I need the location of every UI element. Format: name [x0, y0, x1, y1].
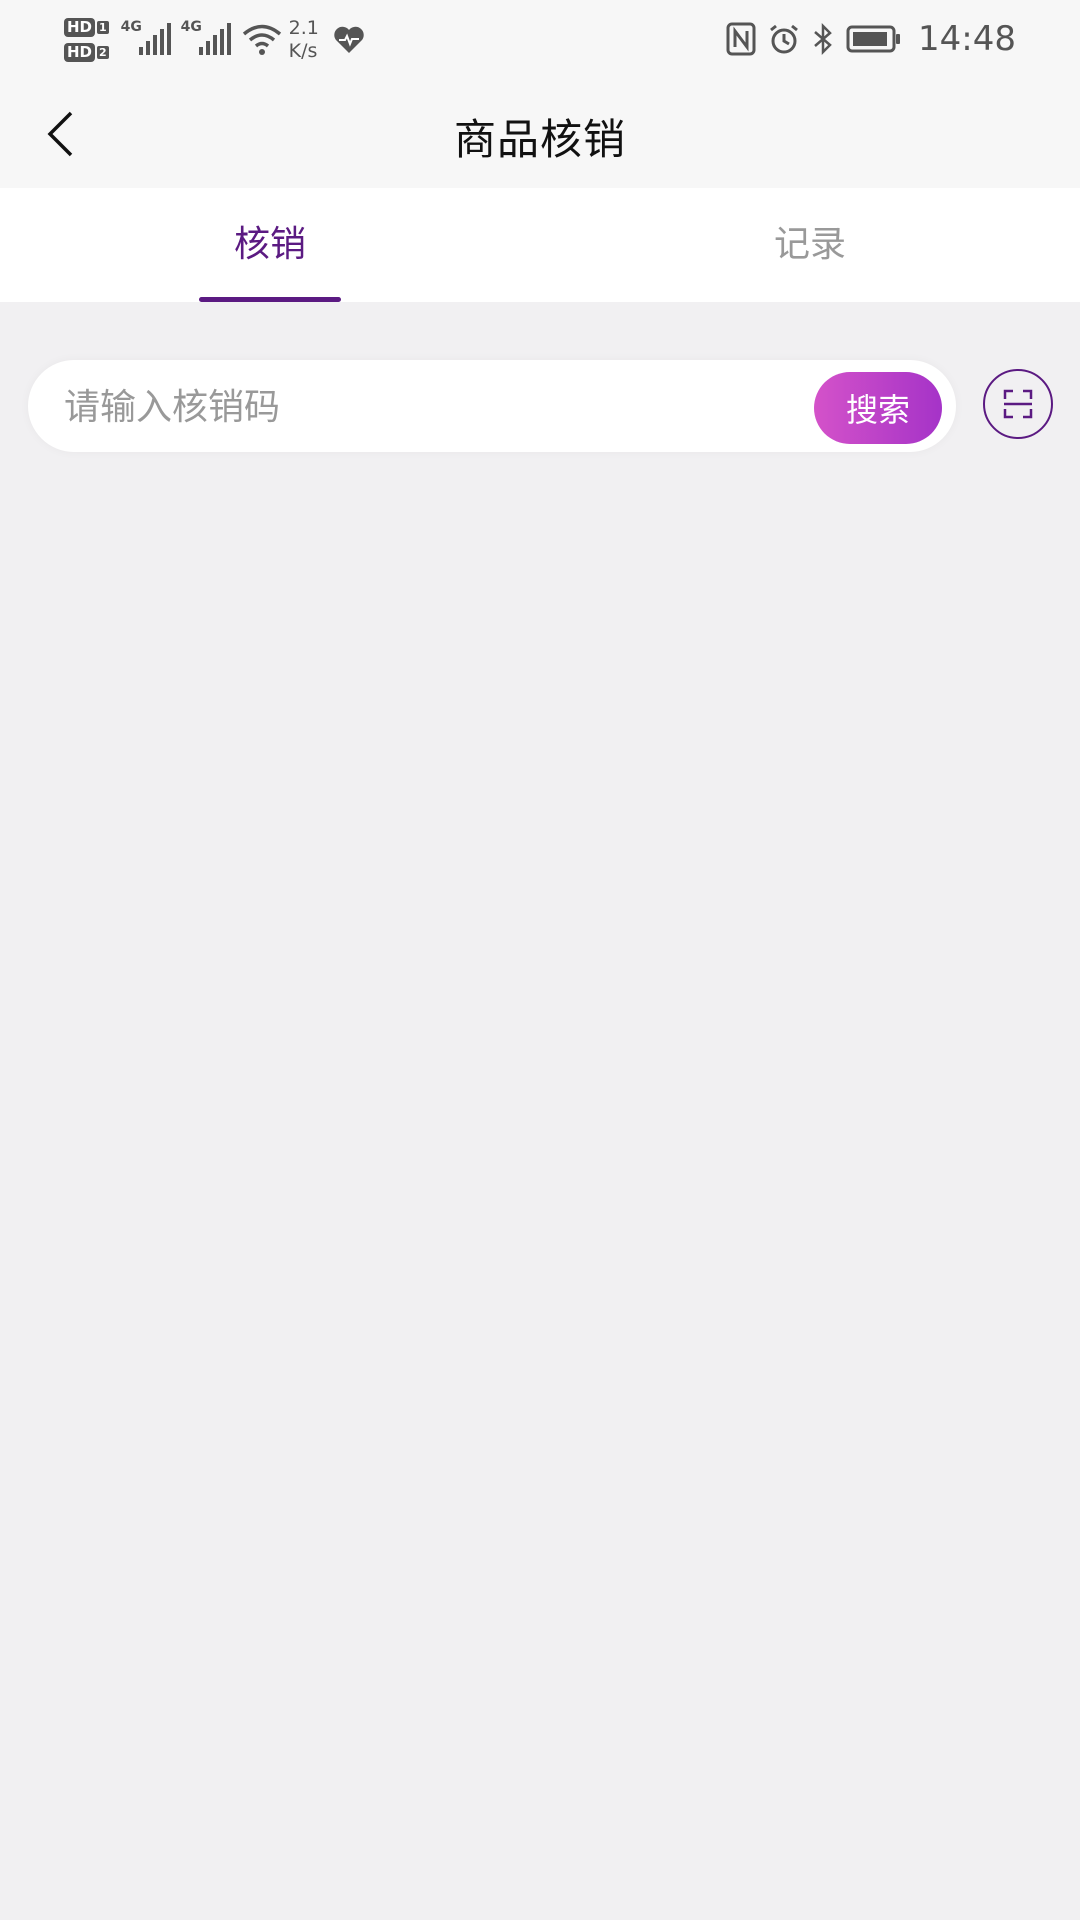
signal-4g-icon: 4G: [181, 19, 231, 57]
signal-type-label: 4G: [120, 19, 142, 35]
hd-2-icon: HD 2: [64, 43, 109, 62]
network-speed-value: 2.1: [288, 17, 319, 39]
status-bar-left: HD 1 HD 2 4G 4G 2.1 K/s: [64, 10, 365, 70]
hd-indicators: HD 1 HD 2: [64, 18, 109, 62]
signal-4g-icon: 4G: [121, 19, 171, 57]
hd-sim-number: 2: [97, 46, 109, 59]
wifi-icon: [242, 24, 281, 55]
active-tab-indicator: [199, 297, 341, 302]
health-heart-icon: [334, 26, 364, 53]
tab-verify[interactable]: 核销: [0, 188, 540, 302]
hd-label: HD: [64, 43, 96, 62]
status-time: 14:48: [918, 19, 1016, 59]
hd-1-icon: HD 1: [64, 18, 109, 37]
page-title: 商品核销: [453, 115, 626, 164]
tab-label: 记录: [773, 224, 846, 265]
hd-label: HD: [64, 18, 96, 37]
tab-label: 核销: [233, 224, 306, 265]
network-speed-unit: K/s: [288, 40, 318, 62]
tab-bar: 核销 记录: [0, 188, 1080, 302]
app-header: 商品核销: [0, 80, 1080, 188]
network-speed: 2.1 K/s: [289, 17, 319, 63]
scan-icon: [1003, 389, 1033, 419]
status-bar: HD 1 HD 2 4G 4G 2.1 K/s 14:48: [0, 0, 1080, 80]
battery-icon: [846, 25, 901, 53]
search-bar: 搜索: [28, 360, 956, 454]
nfc-icon: [726, 22, 756, 56]
tab-records[interactable]: 记录: [540, 188, 1080, 302]
verification-code-input[interactable]: [62, 360, 806, 454]
status-bar-right: 14:48: [726, 14, 1016, 64]
search-button[interactable]: 搜索: [814, 372, 942, 444]
hd-sim-number: 1: [97, 21, 109, 34]
signal-type-label: 4G: [180, 19, 202, 35]
bluetooth-icon: [814, 22, 832, 56]
scan-button[interactable]: [983, 369, 1053, 439]
alarm-icon: [770, 24, 798, 54]
